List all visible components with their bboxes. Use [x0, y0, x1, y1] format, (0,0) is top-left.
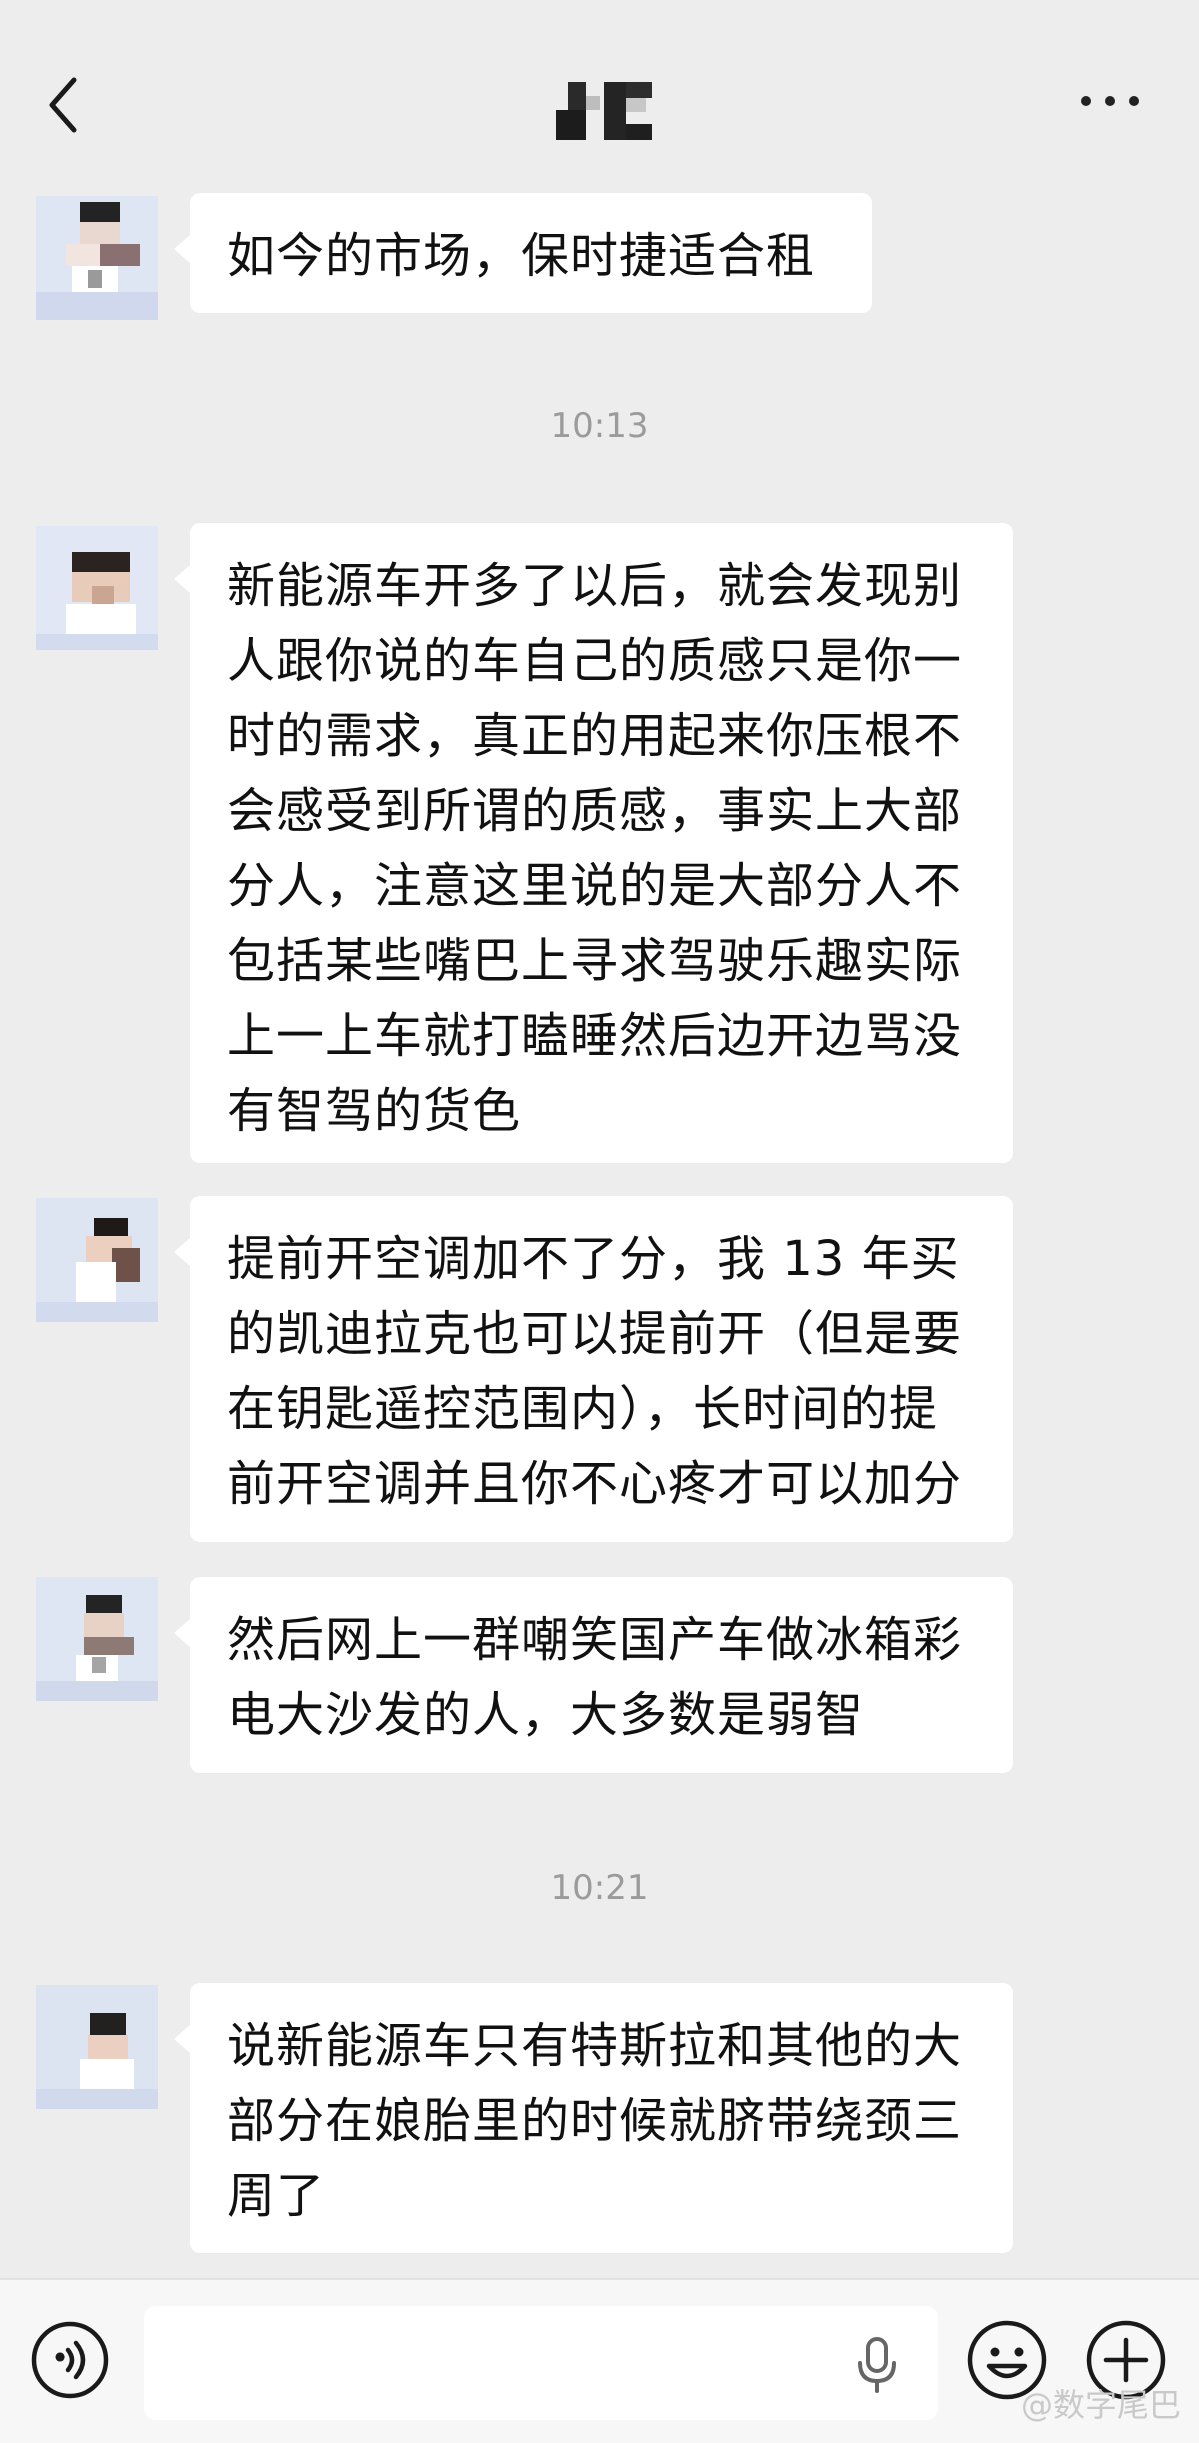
message-bubble[interactable]: 说新能源车只有特斯拉和其他的大 部分在娘胎里的时候就脐带绕颈三 周了 — [174, 1983, 1013, 2253]
message-bubble[interactable]: 然后网上一群嘲笑国产车做冰箱彩 电大沙发的人，大多数是弱智 — [174, 1577, 1013, 1773]
pixelated-contact-name — [556, 82, 652, 140]
message-bubble[interactable]: 提前开空调加不了分，我 13 年买 的凯迪拉克也可以提前开（但是要 在钥匙遥控范… — [174, 1196, 1013, 1542]
input-bar — [0, 2278, 1199, 2443]
avatar[interactable] — [36, 1577, 158, 1701]
avatar[interactable] — [36, 196, 158, 320]
more-dots-icon[interactable] — [1081, 92, 1141, 112]
timestamp: 10:21 — [550, 1868, 649, 1908]
timestamp: 10:13 — [550, 406, 649, 446]
message-bubble[interactable]: 如今的市场，保时捷适合租 — [174, 193, 872, 313]
watermark: @数字尾巴 — [1020, 2386, 1181, 2424]
avatar[interactable] — [36, 1985, 158, 2109]
chevron-left-icon[interactable] — [40, 70, 90, 140]
message-bubble[interactable]: 新能源车开多了以后，就会发现别 人跟你说的车自己的质感只是你一 时的需求，真正的… — [174, 523, 1013, 1163]
chat-header — [0, 0, 1199, 176]
voice-mode-icon[interactable] — [30, 2320, 110, 2400]
message-input[interactable] — [144, 2306, 938, 2420]
avatar[interactable] — [36, 526, 158, 650]
microphone-icon[interactable] — [855, 2336, 899, 2394]
avatar[interactable] — [36, 1198, 158, 1322]
